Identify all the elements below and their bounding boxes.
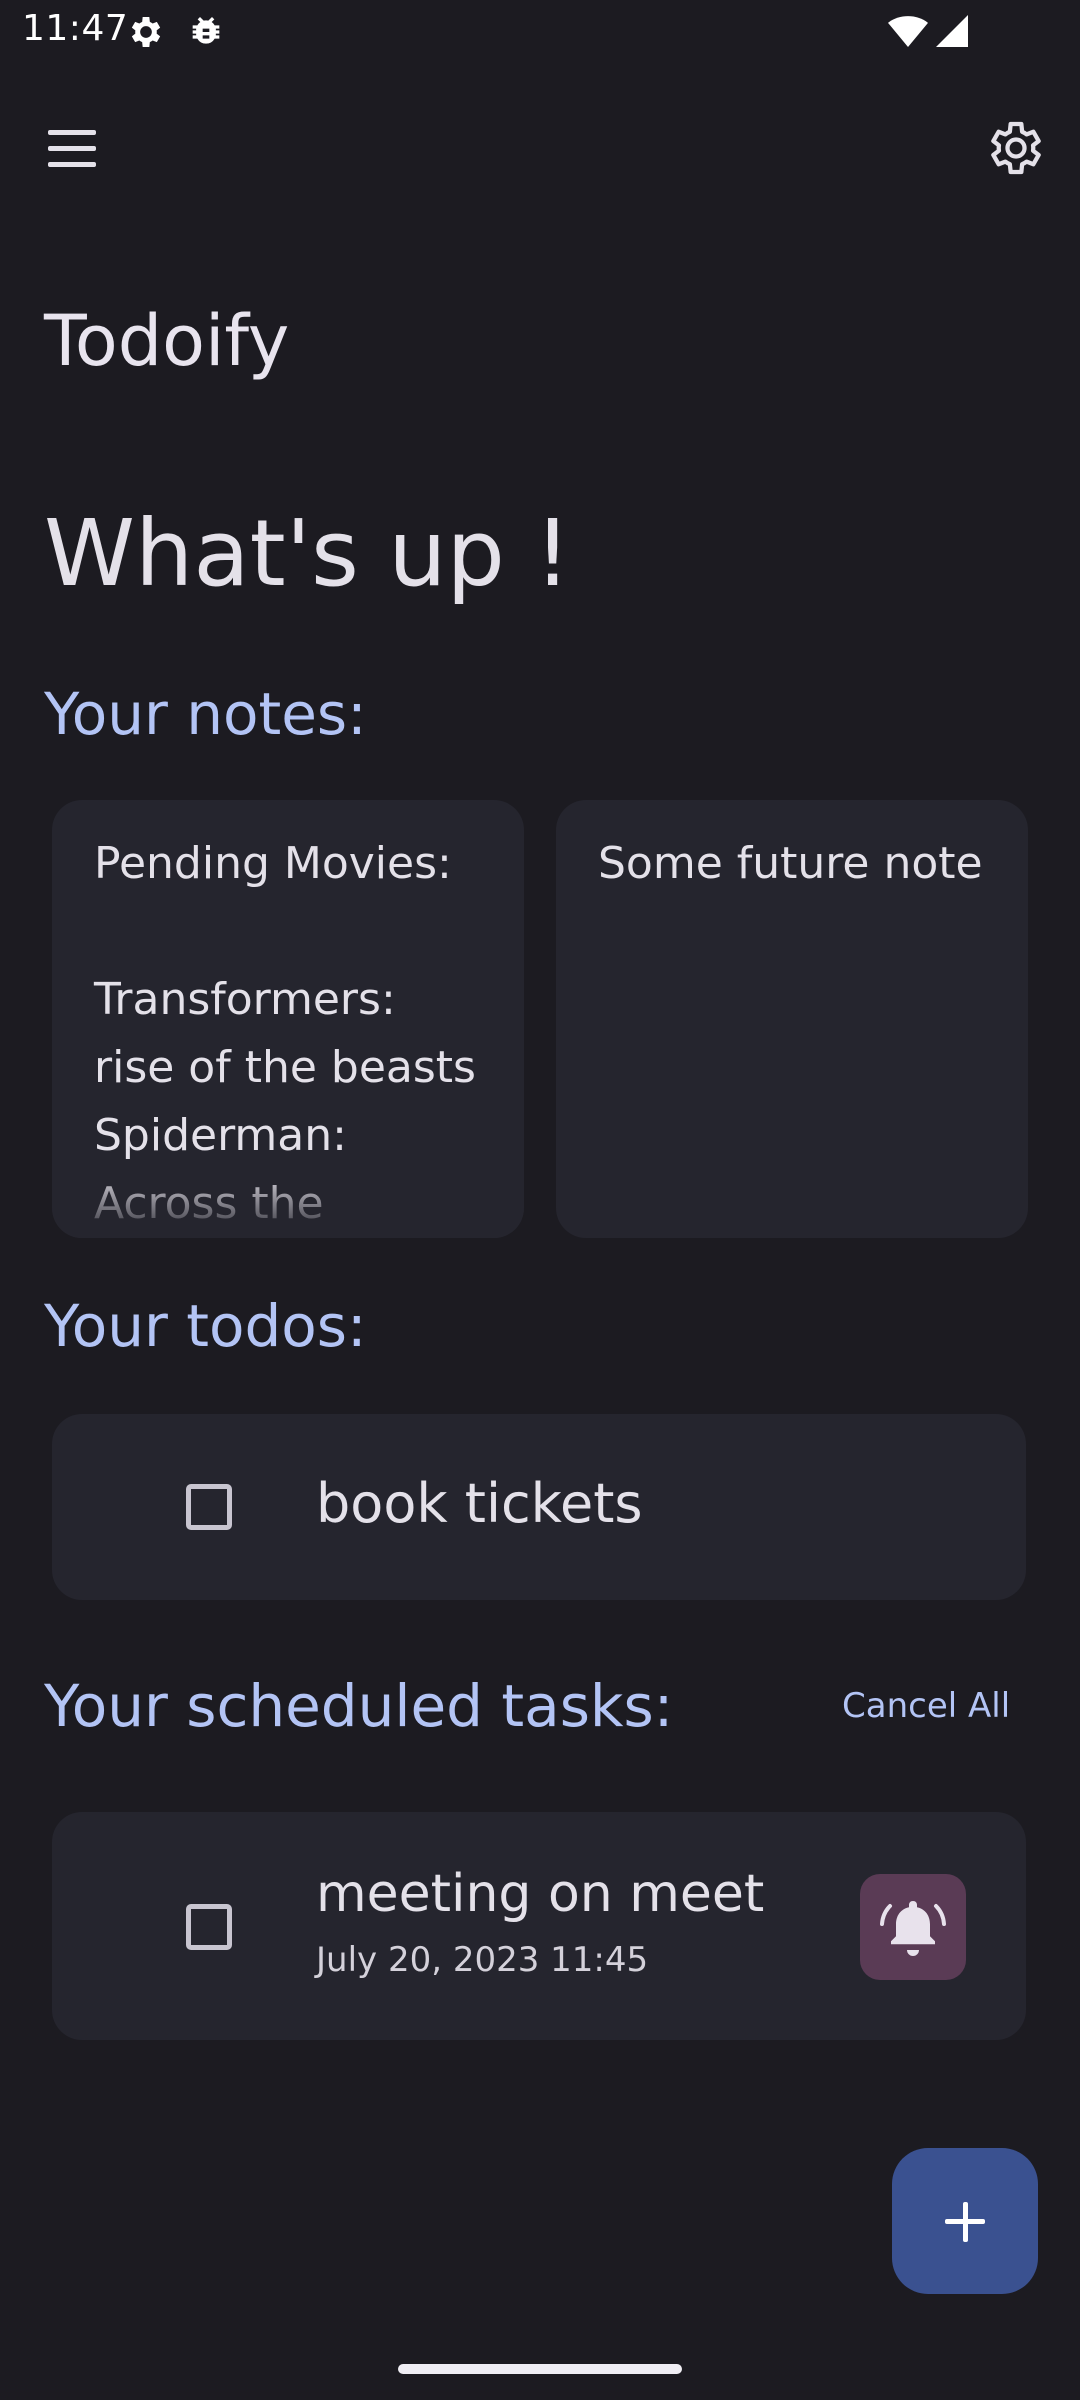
alarm-button[interactable] bbox=[860, 1874, 966, 1980]
note-fade-overlay bbox=[52, 1168, 524, 1238]
settings-gear-icon bbox=[131, 17, 161, 47]
bell-ringing-icon bbox=[880, 1901, 946, 1956]
scheduled-task-checkbox[interactable] bbox=[186, 1904, 232, 1950]
debug-bug-icon bbox=[192, 17, 220, 44]
add-button[interactable] bbox=[892, 2148, 1038, 2294]
scheduled-task-title: meeting on meet bbox=[316, 1864, 765, 1924]
wifi-icon bbox=[888, 16, 928, 47]
menu-button[interactable] bbox=[40, 118, 106, 178]
status-time: 11:47 bbox=[22, 8, 129, 49]
cancel-all-button[interactable]: Cancel All bbox=[842, 1686, 1010, 1726]
scheduled-task-item[interactable]: meeting on meet July 20, 2023 11:45 bbox=[52, 1812, 1026, 2040]
scheduled-task-datetime: July 20, 2023 11:45 bbox=[316, 1940, 649, 1980]
cellular-signal-icon bbox=[936, 15, 968, 47]
todo-label: book tickets bbox=[316, 1472, 643, 1535]
screen: 11:47 Todoify What's up ! Your notes: Pe… bbox=[0, 0, 1080, 2400]
note-card[interactable]: Pending Movies: Transformers: rise of th… bbox=[52, 800, 524, 1238]
hamburger-menu-icon bbox=[48, 130, 96, 167]
todo-checkbox[interactable] bbox=[186, 1484, 232, 1530]
note-text: Some future note bbox=[598, 838, 983, 889]
status-bar: 11:47 bbox=[0, 0, 1080, 64]
todo-item[interactable]: book tickets bbox=[52, 1414, 1026, 1600]
plus-icon bbox=[945, 2202, 985, 2242]
home-indicator[interactable] bbox=[398, 2364, 682, 2374]
note-card[interactable]: Some future note bbox=[556, 800, 1028, 1238]
app-title: Todoify bbox=[44, 300, 290, 382]
notes-section-heading: Your notes: bbox=[44, 680, 367, 748]
todos-section-heading: Your todos: bbox=[44, 1292, 367, 1360]
gear-icon bbox=[991, 121, 1041, 175]
scheduled-section-heading: Your scheduled tasks: bbox=[44, 1672, 674, 1740]
settings-button[interactable] bbox=[984, 116, 1048, 180]
greeting-heading: What's up ! bbox=[44, 500, 572, 607]
